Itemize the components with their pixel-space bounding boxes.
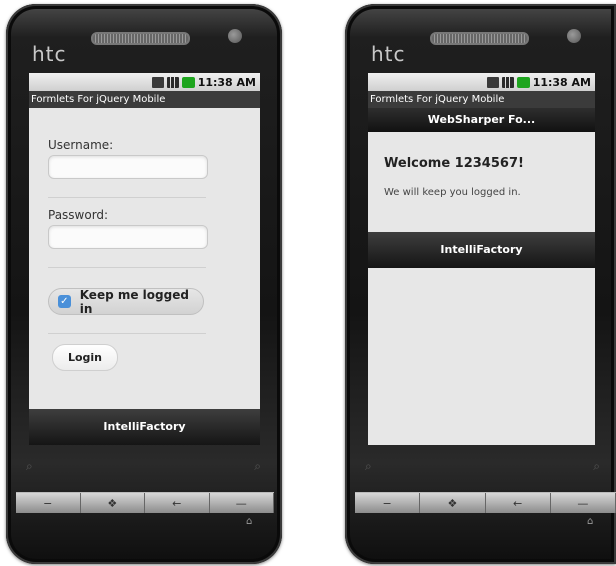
call-icon: − (43, 496, 53, 510)
search-icon[interactable]: ⌕ (254, 459, 261, 474)
battery-icon (516, 76, 530, 88)
search-icon[interactable]: ⌕ (26, 459, 33, 474)
call-button[interactable]: − (355, 493, 421, 513)
network-3g-icon (151, 76, 164, 88)
password-input[interactable] (48, 225, 208, 249)
back-button[interactable]: ← (485, 493, 551, 513)
end-call-icon: — (577, 496, 589, 510)
divider (48, 267, 206, 268)
windows-button[interactable]: ❖ (80, 493, 145, 513)
brand-logo: htc (371, 42, 406, 66)
back-icon: ← (513, 496, 523, 510)
front-camera (567, 29, 581, 43)
status-bar: 11:38 AM (29, 73, 260, 91)
search-icon[interactable]: ⌕ (593, 459, 600, 474)
status-time: 11:38 AM (532, 75, 591, 89)
welcome-title: Welcome 1234567! (384, 156, 524, 171)
page-header: WebSharper Fo... (368, 108, 595, 132)
footer-bar: IntelliFactory (29, 409, 260, 445)
signal-icon (501, 76, 514, 88)
hardware-touch-strip: ⌕ ⌕ (365, 451, 600, 481)
phone-screen: 11:38 AM Formlets For jQuery Mobile User… (29, 73, 260, 445)
windows-icon: ❖ (447, 496, 458, 510)
signal-icon (166, 76, 179, 88)
phone-screen: 11:38 AM Formlets For jQuery Mobile WebS… (368, 73, 595, 445)
checkmark-icon[interactable]: ✓ (58, 295, 71, 308)
app-title-bar: Formlets For jQuery Mobile (368, 91, 595, 108)
windows-button[interactable]: ❖ (420, 493, 486, 513)
windows-icon: ❖ (107, 496, 118, 510)
footer-bar: IntelliFactory (368, 232, 595, 268)
username-label: Username: (48, 138, 114, 152)
call-icon: − (382, 496, 392, 510)
front-camera (228, 29, 242, 43)
back-icon: ← (172, 496, 182, 510)
password-label: Password: (48, 208, 109, 222)
home-icon[interactable]: ⌂ (587, 516, 593, 527)
login-button[interactable]: Login (52, 344, 118, 371)
app-title-bar: Formlets For jQuery Mobile (29, 91, 260, 108)
earpiece-speaker (91, 32, 190, 45)
login-form: Username: Password: ✓ Keep me logged in … (29, 108, 260, 371)
end-call-button[interactable]: — (209, 493, 274, 513)
home-icon[interactable]: ⌂ (246, 516, 252, 527)
hardware-keys: − ❖ ← — (16, 492, 274, 513)
brand-logo: htc (32, 42, 67, 66)
back-button[interactable]: ← (145, 493, 210, 513)
keep-logged-in-label: Keep me logged in (79, 287, 189, 316)
hardware-touch-strip: ⌕ ⌕ (26, 451, 261, 481)
call-button[interactable]: − (16, 493, 81, 513)
end-call-icon: — (235, 496, 247, 510)
search-icon[interactable]: ⌕ (365, 459, 372, 474)
network-3g-icon (486, 76, 499, 88)
earpiece-speaker (430, 32, 529, 45)
username-input[interactable] (48, 155, 208, 179)
welcome-content: Welcome 1234567! We will keep you logged… (368, 132, 595, 198)
status-time: 11:38 AM (197, 75, 256, 89)
phone-device-left: htc 11:38 AM Formlets For jQuery Mobile … (6, 4, 282, 564)
hardware-keys: − ❖ ← — (355, 492, 616, 513)
status-bar: 11:38 AM (368, 73, 595, 91)
phone-device-right: htc 11:38 AM Formlets For jQuery Mobile … (345, 4, 616, 564)
keep-logged-in-checkbox[interactable]: ✓ Keep me logged in (48, 287, 204, 316)
welcome-text: We will keep you logged in. (384, 187, 521, 198)
battery-icon (181, 76, 195, 88)
divider (48, 197, 206, 198)
divider (48, 333, 206, 334)
end-call-button[interactable]: — (550, 493, 616, 513)
